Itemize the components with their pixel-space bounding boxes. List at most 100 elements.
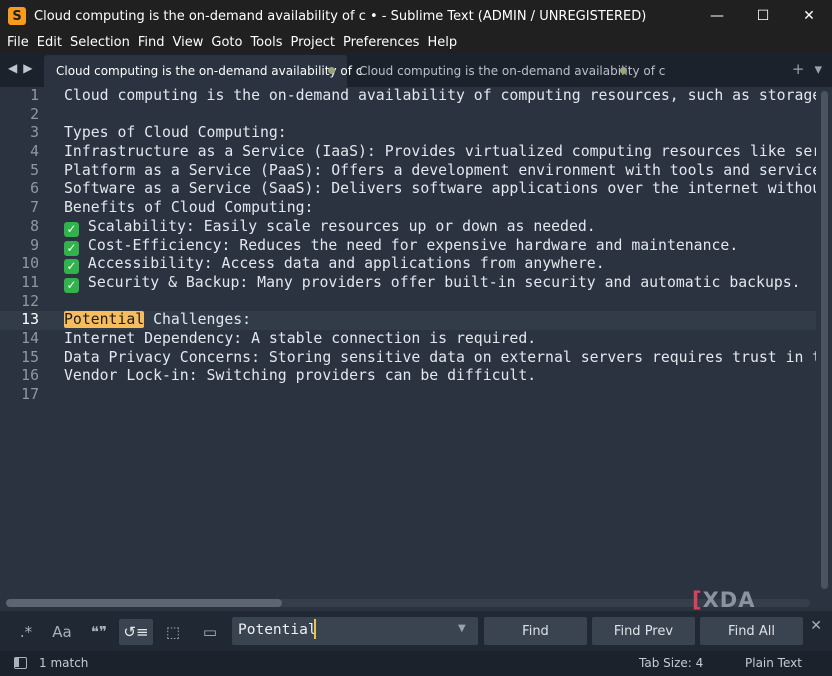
- code-line[interactable]: [64, 106, 816, 125]
- code-line[interactable]: Software as a Service (SaaS): Delivers s…: [64, 180, 816, 199]
- code-line[interactable]: Infrastructure as a Service (IaaS): Prov…: [64, 143, 816, 162]
- code-line-text: Vendor Lock-in: Switching providers can …: [64, 367, 537, 385]
- code-line[interactable]: [64, 293, 816, 312]
- vertical-scrollbar[interactable]: [821, 91, 828, 591]
- menu-tools[interactable]: Tools: [246, 35, 286, 50]
- watermark-bracket-left: [: [692, 588, 703, 612]
- menu-preferences[interactable]: Preferences: [339, 35, 423, 50]
- whole-word-toggle-button[interactable]: ❝❞: [82, 619, 116, 645]
- menu-edit[interactable]: Edit: [33, 35, 66, 50]
- code-line[interactable]: Potential Challenges:: [64, 311, 816, 330]
- regex-toggle-button[interactable]: .*: [9, 619, 43, 645]
- status-bar: 1 match Tab Size: 4 Plain Text: [0, 651, 832, 676]
- code-line-text: Internet Dependency: A stable connection…: [64, 329, 537, 347]
- tab-overflow-icon[interactable]: ▾: [814, 60, 822, 78]
- wrap-icon: ↺≡: [123, 623, 149, 641]
- menu-bar: File Edit Selection Find View Goto Tools…: [0, 32, 832, 53]
- tab-bar: ◀ ▶ Cloud computing is the on-demand ava…: [0, 53, 832, 87]
- menu-file[interactable]: File: [3, 35, 33, 50]
- line-number: 2: [30, 105, 39, 123]
- find-search-input[interactable]: Potential: [232, 617, 478, 645]
- code-line[interactable]: Types of Cloud Computing:: [64, 124, 816, 143]
- code-line[interactable]: Benefits of Cloud Computing:: [64, 199, 816, 218]
- match-count: 1 match: [39, 656, 89, 670]
- code-line[interactable]: ✓ Accessibility: Access data and applica…: [64, 255, 816, 275]
- code-line[interactable]: Cloud computing is the on-demand availab…: [64, 87, 816, 106]
- code-text[interactable]: Cloud computing is the on-demand availab…: [64, 87, 816, 405]
- tab-size-indicator[interactable]: Tab Size: 4: [639, 656, 703, 670]
- title-bar: S Cloud computing is the on-demand avail…: [0, 0, 832, 32]
- in-selection-toggle-button[interactable]: ⬚: [156, 619, 190, 645]
- check-mark-icon: ✓: [64, 259, 79, 275]
- code-line[interactable]: ✓ Security & Backup: Many providers offe…: [64, 274, 816, 293]
- line-number: 15: [21, 348, 39, 366]
- watermark-text: XDA: [702, 588, 756, 612]
- tab-active[interactable]: Cloud computing is the on-demand availab…: [44, 55, 362, 87]
- editor-area[interactable]: 1 2 3 4 5 6 7 8 9 10 11 12 13 14 15 16 17 Cloud computin…: [0, 87, 832, 597]
- tab-label: Cloud computing is the on-demand availab…: [56, 64, 363, 78]
- modified-dot-icon[interactable]: [620, 67, 627, 74]
- regex-icon: .*: [19, 623, 33, 641]
- line-number: 10: [21, 255, 39, 273]
- code-line-text: Benefits of Cloud Computing:: [64, 199, 314, 217]
- line-number-gutter: 1 2 3 4 5 6 7 8 9 10 11 12 13 14 15 16 17: [0, 87, 54, 405]
- code-line[interactable]: ✓ Scalability: Easily scale resources up…: [64, 218, 816, 237]
- tab-bar-actions: + ▾: [792, 60, 822, 78]
- code-line-text: Data Privacy Concerns: Storing sensitive…: [64, 348, 816, 366]
- line-number: 5: [30, 161, 39, 179]
- code-line[interactable]: ✓ Cost-Efficiency: Reduces the need for …: [64, 237, 816, 256]
- highlight-matches-toggle-button[interactable]: ▭: [193, 619, 227, 645]
- menu-help[interactable]: Help: [423, 35, 461, 50]
- vertical-scrollbar-thumb[interactable]: [821, 91, 828, 589]
- code-line-text: Accessibility: Access data and applicati…: [79, 255, 605, 273]
- line-number: 7: [30, 199, 39, 217]
- check-mark-icon: ✓: [64, 240, 79, 256]
- find-prev-button[interactable]: Find Prev: [592, 617, 695, 645]
- window-title: Cloud computing is the on-demand availab…: [34, 8, 647, 24]
- line-number: 8: [30, 217, 39, 235]
- close-find-panel-icon[interactable]: ✕: [810, 618, 822, 634]
- check-mark-icon: ✓: [64, 221, 79, 237]
- code-line-text: Cloud computing is the on-demand availab…: [64, 87, 816, 104]
- menu-view[interactable]: View: [169, 35, 208, 50]
- minimize-button[interactable]: —: [694, 0, 740, 32]
- case-icon: Aa: [52, 623, 72, 641]
- highlight-box-icon: ▭: [202, 623, 218, 641]
- find-all-button[interactable]: Find All: [700, 617, 803, 645]
- check-mark-icon: ✓: [64, 277, 79, 293]
- quote-icon: ❝❞: [90, 623, 108, 641]
- syntax-indicator[interactable]: Plain Text: [745, 656, 802, 670]
- sidebar-toggle-icon[interactable]: [14, 657, 27, 669]
- case-sensitive-toggle-button[interactable]: Aa: [45, 619, 79, 645]
- tab-next-icon[interactable]: ▶: [23, 61, 32, 75]
- wrap-toggle-button[interactable]: ↺≡: [119, 619, 153, 645]
- close-window-button[interactable]: ✕: [786, 0, 832, 32]
- line-number: 9: [30, 236, 39, 254]
- code-line-text: Types of Cloud Computing:: [64, 124, 287, 142]
- text-caret: [314, 619, 316, 639]
- horizontal-scrollbar[interactable]: [6, 599, 810, 607]
- code-line[interactable]: [64, 386, 816, 405]
- line-number: 3: [30, 124, 39, 142]
- code-line[interactable]: Platform as a Service (PaaS): Offers a d…: [64, 162, 816, 181]
- window-controls: — ☐ ✕: [694, 0, 832, 32]
- code-line[interactable]: Internet Dependency: A stable connection…: [64, 330, 816, 349]
- menu-selection[interactable]: Selection: [66, 35, 134, 50]
- code-line[interactable]: Vendor Lock-in: Switching providers can …: [64, 367, 816, 386]
- menu-find[interactable]: Find: [134, 35, 169, 50]
- code-line[interactable]: Data Privacy Concerns: Storing sensitive…: [64, 349, 816, 368]
- sublime-app-icon: S: [8, 7, 26, 25]
- new-tab-icon[interactable]: +: [792, 60, 805, 78]
- modified-dot-icon[interactable]: [328, 67, 335, 74]
- tab-prev-icon[interactable]: ◀: [8, 61, 17, 75]
- code-line-text: Software as a Service (SaaS): Delivers s…: [64, 180, 816, 198]
- maximize-button[interactable]: ☐: [740, 0, 786, 32]
- menu-project[interactable]: Project: [286, 35, 338, 50]
- tab-inactive[interactable]: Cloud computing is the on-demand availab…: [347, 55, 665, 87]
- find-history-dropdown-icon[interactable]: ▼: [458, 623, 466, 634]
- horizontal-scrollbar-thumb[interactable]: [6, 599, 282, 607]
- search-match-highlight: Potential: [64, 311, 145, 329]
- find-button[interactable]: Find: [484, 617, 587, 645]
- menu-goto[interactable]: Goto: [207, 35, 246, 50]
- code-line-text: Security & Backup: Many providers offer …: [79, 273, 801, 291]
